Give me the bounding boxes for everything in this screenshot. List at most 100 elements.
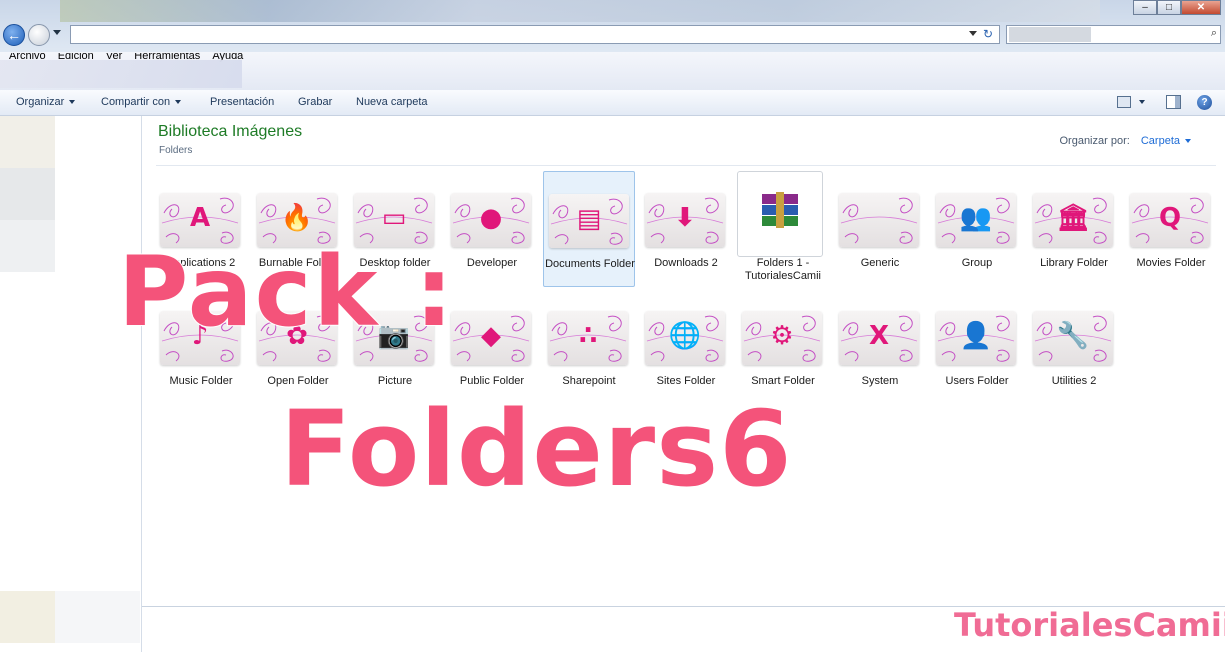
flower-icon	[839, 193, 919, 247]
folder-label: Movies Folder	[1136, 257, 1206, 269]
folder-item[interactable]: Q Movies Folder	[1125, 171, 1217, 287]
folder-label: Open Folder	[267, 375, 329, 387]
library-title: Biblioteca Imágenes	[158, 123, 303, 140]
minimize-button[interactable]: –	[1133, 0, 1157, 15]
burn-button[interactable]: Grabar	[298, 96, 332, 108]
folder-item[interactable]: ▤ Documents Folder	[543, 171, 635, 287]
change-view-icon[interactable]	[1117, 96, 1131, 108]
apple-icon-glyph: ●	[479, 203, 503, 233]
flame-icon-glyph: 🔥	[280, 203, 314, 233]
menu-bar: Archivo Edición Ver Herramientas Ayuda	[0, 52, 1225, 90]
x-icon-glyph: X	[868, 321, 890, 351]
share-label: Compartir con	[101, 96, 171, 108]
folder-item[interactable]: ▭ Desktop folder	[349, 171, 441, 287]
music-note-icon-glyph: ♪	[191, 321, 209, 351]
back-button[interactable]: ←	[3, 24, 25, 46]
documents-icon-glyph: ▤	[576, 204, 602, 234]
forward-button[interactable]	[28, 24, 50, 46]
title-bar: ← ↻ ⌕ – □ ✕	[0, 0, 1225, 52]
camera-icon: 📷	[354, 311, 434, 365]
organize-button[interactable]: Organizar	[16, 96, 76, 108]
folder-label: Downloads 2	[654, 257, 718, 269]
folder-label: Applications 2	[166, 257, 236, 269]
search-icon[interactable]: ⌕	[1211, 27, 1217, 40]
folder-item[interactable]: ◆ Public Folder	[446, 289, 538, 405]
new-folder-button[interactable]: Nueva carpeta	[356, 96, 428, 108]
folder-item[interactable]: Folders 1 -TutorialesCamii	[737, 171, 829, 287]
blurred-menu-area	[0, 60, 242, 88]
app-store-icon-glyph: A	[189, 203, 211, 233]
refresh-icon[interactable]: ↻	[981, 27, 995, 42]
folder-item[interactable]: 🔧 Utilities 2	[1028, 289, 1120, 405]
folder-item[interactable]: ⚙ Smart Folder	[737, 289, 829, 405]
gear-icon: ⚙	[742, 311, 822, 365]
folder-label: Developer	[466, 257, 518, 269]
blurred-search-text	[1009, 27, 1091, 42]
share-dots-icon-glyph: ∴	[578, 321, 598, 351]
view-dropdown-icon[interactable]	[1139, 100, 1145, 104]
folder-item[interactable]: 📷 Picture	[349, 289, 441, 405]
folder-label: Utilities 2	[1051, 375, 1097, 387]
command-toolbar: Organizar Compartir con Presentación Gra…	[0, 90, 1225, 116]
folder-label: Library Folder	[1040, 257, 1108, 269]
pedestrian-sign-icon-glyph: ◆	[481, 321, 501, 351]
folder-label: Users Folder	[945, 375, 1009, 387]
apple-icon: ●	[451, 193, 531, 247]
music-note-icon: ♪	[160, 311, 240, 365]
folder-item[interactable]: ∴ Sharepoint	[543, 289, 635, 405]
folder-item[interactable]: A Applications 2	[155, 171, 247, 287]
flower-icon: ✿	[257, 311, 337, 365]
share-dots-icon: ∴	[548, 311, 628, 365]
divider	[156, 165, 1216, 166]
chevron-down-icon[interactable]	[1185, 139, 1191, 144]
folder-item[interactable]: 🔥 Burnable Folder	[252, 171, 344, 287]
slideshow-button[interactable]: Presentación	[210, 96, 274, 108]
address-dropdown-icon[interactable]	[969, 31, 977, 36]
swirl-ornament	[840, 197, 918, 244]
help-icon[interactable]: ?	[1197, 95, 1212, 110]
quicktime-icon: Q	[1130, 193, 1210, 247]
folder-item[interactable]: ✿ Open Folder	[252, 289, 344, 405]
navigation-pane[interactable]	[0, 116, 142, 652]
folder-label: Picture	[377, 375, 413, 387]
maximize-button[interactable]: □	[1157, 0, 1181, 15]
blurred-title-area	[60, 0, 1100, 22]
winrar-books-icon	[762, 192, 798, 228]
download-arrow-icon-glyph: ⬇	[674, 203, 696, 233]
folder-label: Folders 1 -TutorialesCamii	[744, 257, 821, 282]
arrange-by-dropdown[interactable]: Carpeta	[1141, 135, 1180, 147]
folder-item[interactable]: 👤 Users Folder	[931, 289, 1023, 405]
blurred-nav-block	[55, 591, 140, 643]
folder-item[interactable]: ⬇ Downloads 2	[640, 171, 732, 287]
search-input[interactable]: ⌕	[1006, 25, 1221, 44]
history-dropdown-icon[interactable]	[53, 30, 61, 35]
folder-item[interactable]: ● Developer	[446, 171, 538, 287]
folder-item[interactable]: ♪ Music Folder	[155, 289, 247, 405]
library-columns-icon: 🏛	[1033, 193, 1113, 247]
gear-icon-glyph: ⚙	[770, 321, 794, 351]
blurred-nav-block	[0, 168, 55, 220]
monitor-icon-glyph: ▭	[381, 203, 407, 233]
preview-pane-icon[interactable]	[1166, 95, 1181, 109]
winrar-archive-icon	[737, 171, 823, 257]
address-bar[interactable]: ↻	[70, 25, 1000, 44]
folder-label: Smart Folder	[751, 375, 815, 387]
monitor-icon: ▭	[354, 193, 434, 247]
details-pane	[142, 607, 1225, 652]
chevron-down-icon	[69, 100, 76, 105]
folder-label: Sharepoint	[562, 375, 616, 387]
folder-label: Documents Folder	[545, 258, 635, 270]
x-icon: X	[839, 311, 919, 365]
folder-item[interactable]: Generic	[834, 171, 926, 287]
window-controls: – □ ✕	[1133, 0, 1221, 17]
app-store-icon: A	[160, 193, 240, 247]
folder-label: Burnable Folder	[258, 257, 338, 269]
close-button[interactable]: ✕	[1181, 0, 1221, 15]
folder-item[interactable]: X System	[834, 289, 926, 405]
blurred-nav-block	[0, 116, 55, 168]
share-button[interactable]: Compartir con	[101, 96, 182, 108]
folder-item[interactable]: 👥 Group	[931, 171, 1023, 287]
quicktime-icon-glyph: Q	[1158, 203, 1182, 233]
folder-item[interactable]: 🌐 Sites Folder	[640, 289, 732, 405]
folder-item[interactable]: 🏛 Library Folder	[1028, 171, 1120, 287]
